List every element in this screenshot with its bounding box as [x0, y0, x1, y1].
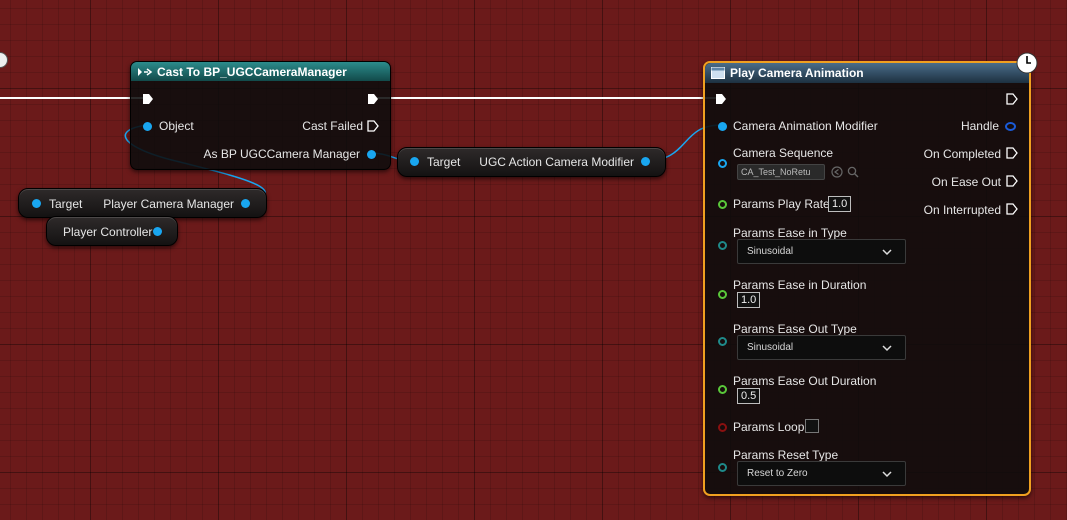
magnifier-icon[interactable]	[847, 166, 859, 178]
exec-out-pin-icon[interactable]	[367, 93, 379, 105]
reset-type-label: Params Reset Type	[733, 448, 839, 462]
clock-icon	[1016, 52, 1038, 74]
handle-label: Handle	[960, 119, 999, 133]
camera-sequence-label: Camera Sequence	[733, 146, 834, 160]
on-interrupted-pin-icon[interactable]	[1006, 203, 1018, 215]
reset-type-value: Reset to Zero	[747, 468, 808, 479]
pcm-output-label: Player Camera Manager	[103, 197, 234, 211]
reroute-knot[interactable]	[0, 52, 8, 68]
modifier-target-label: Target	[427, 155, 461, 169]
cast-icon	[138, 67, 153, 76]
handle-pin[interactable]	[1005, 122, 1016, 131]
camera-sequence-asset-picker[interactable]: CA_Test_NoRetu	[737, 164, 825, 180]
cast-node-title: Cast To BP_UGCCameraManager	[157, 64, 347, 79]
chevron-down-icon	[882, 345, 892, 352]
ease-in-duration-pin[interactable]	[718, 290, 727, 299]
play-rate-label: Params Play Rate	[733, 197, 830, 211]
play-exec-in-pin-icon[interactable]	[715, 93, 727, 105]
ease-out-type-label: Params Ease Out Type	[733, 322, 857, 336]
modifier-target-pin[interactable]	[410, 157, 419, 166]
modifier-output-label: UGC Action Camera Modifier	[479, 155, 634, 169]
player-controller-node[interactable]: Player Controller	[46, 216, 178, 246]
play-rate-pin[interactable]	[718, 200, 727, 209]
ease-in-duration-input[interactable]: 1.0	[737, 292, 761, 308]
exec-in-pin-icon[interactable]	[142, 93, 154, 105]
player-controller-label: Player Controller	[63, 225, 153, 239]
ease-in-duration-label: Params Ease in Duration	[733, 278, 867, 292]
ease-in-type-select[interactable]: Sinusoidal	[737, 239, 906, 264]
get-modifier-node[interactable]: Target UGC Action Camera Modifier	[397, 147, 666, 177]
pcm-target-label: Target	[49, 197, 83, 211]
play-camera-animation-node[interactable]: Play Camera Animation Camera Animation M…	[703, 52, 1038, 496]
ease-out-type-value: Sinusoidal	[747, 342, 794, 353]
reset-type-select[interactable]: Reset to Zero	[737, 461, 906, 486]
camera-manager-node[interactable]: Target Player Camera Manager	[18, 188, 267, 218]
pcm-target-pin[interactable]	[32, 199, 41, 208]
camera-sequence-value: CA_Test_NoRetu	[741, 167, 811, 177]
player-controller-pin[interactable]	[153, 227, 162, 236]
play-node-title: Play Camera Animation	[730, 66, 864, 80]
as-camera-manager-label: As BP UGCCamera Manager	[203, 147, 360, 161]
camera-animation-modifier-label: Camera Animation Modifier	[733, 119, 878, 133]
ease-in-type-pin[interactable]	[718, 241, 727, 250]
chevron-down-icon	[882, 471, 892, 478]
play-exec-out-pin-icon[interactable]	[1006, 93, 1018, 105]
cast-failed-label: Cast Failed	[302, 119, 363, 133]
loop-label: Params Loop	[733, 420, 805, 434]
play-node-header[interactable]: Play Camera Animation	[705, 63, 1029, 83]
on-completed-pin-icon[interactable]	[1006, 147, 1018, 159]
object-pin[interactable]	[143, 122, 152, 131]
object-label: Object	[159, 119, 194, 133]
ease-out-type-select[interactable]: Sinusoidal	[737, 335, 906, 360]
cast-node[interactable]: Cast To BP_UGCCameraManager Object Cast …	[130, 61, 391, 170]
browse-arrow-icon[interactable]	[831, 166, 843, 178]
as-camera-manager-pin[interactable]	[367, 150, 376, 159]
modifier-output-pin[interactable]	[641, 157, 650, 166]
on-interrupted-label: On Interrupted	[923, 203, 1001, 217]
ease-out-duration-pin[interactable]	[718, 385, 727, 394]
cast-node-header[interactable]: Cast To BP_UGCCameraManager	[131, 62, 390, 81]
chevron-down-icon	[882, 249, 892, 256]
ease-in-type-value: Sinusoidal	[747, 246, 794, 257]
loop-pin[interactable]	[718, 423, 727, 432]
cast-failed-pin-icon[interactable]	[367, 120, 379, 132]
camera-animation-modifier-pin[interactable]	[718, 122, 727, 131]
play-rate-input[interactable]: 1.0	[828, 196, 852, 212]
on-ease-out-pin-icon[interactable]	[1006, 175, 1018, 187]
camera-sequence-pin[interactable]	[718, 159, 727, 168]
on-completed-label: On Completed	[923, 147, 1001, 161]
ease-out-duration-input[interactable]: 0.5	[737, 388, 761, 404]
reset-type-pin[interactable]	[718, 463, 727, 472]
ease-out-duration-label: Params Ease Out Duration	[733, 374, 877, 388]
on-ease-out-label: On Ease Out	[931, 175, 1001, 189]
ease-out-type-pin[interactable]	[718, 337, 727, 346]
function-icon	[711, 67, 725, 79]
ease-in-type-label: Params Ease in Type	[733, 226, 847, 240]
loop-checkbox[interactable]	[805, 419, 819, 433]
pcm-output-pin[interactable]	[241, 199, 250, 208]
